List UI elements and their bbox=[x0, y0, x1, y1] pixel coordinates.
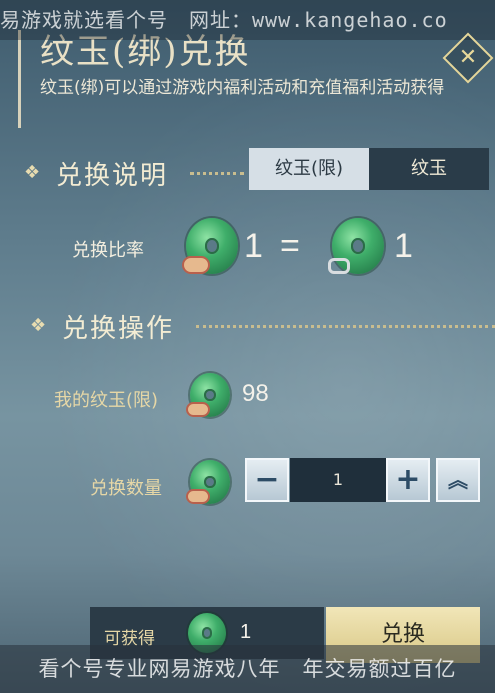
cloud-badge-icon bbox=[182, 256, 210, 274]
section-diamond-icon: ❖ bbox=[24, 162, 41, 183]
gain-value: 1 bbox=[240, 621, 252, 643]
section-diamond-icon: ❖ bbox=[30, 315, 47, 336]
my-jade-label: 我的纹玉(限) bbox=[54, 390, 159, 411]
max-button[interactable]: ︽ bbox=[436, 458, 480, 502]
currency-tabs: 纹玉(限) 纹玉 bbox=[249, 148, 489, 190]
section-title-explain: 兑换说明 bbox=[56, 161, 169, 191]
tab-jade[interactable]: 纹玉 bbox=[369, 148, 489, 190]
header-accent-bar bbox=[18, 30, 21, 128]
watermark-top: 易游戏就选看个号 网址：www.kangehao.co bbox=[0, 0, 495, 40]
quantity-input[interactable]: 1 bbox=[290, 458, 386, 502]
increase-button[interactable]: + bbox=[386, 458, 430, 502]
cloud-badge-icon bbox=[186, 489, 210, 504]
page-description: 纹玉(绑)可以通过游戏内福利活动和充值福利活动获得 bbox=[40, 78, 445, 98]
rate-equals: = bbox=[280, 227, 300, 265]
close-icon: ✕ bbox=[458, 45, 478, 70]
quantity-label: 兑换数量 bbox=[90, 478, 162, 499]
decrease-button[interactable]: − bbox=[245, 458, 289, 502]
cloud-badge-icon bbox=[186, 402, 210, 417]
chain-badge-icon bbox=[328, 258, 350, 274]
watermark-bottom: 看个号专业网易游戏八年 年交易额过百亿 bbox=[0, 645, 495, 693]
close-button[interactable]: ✕ bbox=[442, 32, 494, 84]
section-divider bbox=[190, 172, 244, 175]
tab-jade-limited[interactable]: 纹玉(限) bbox=[249, 148, 369, 190]
section-title-operation: 兑换操作 bbox=[62, 314, 175, 344]
rate-label: 兑换比率 bbox=[72, 240, 144, 261]
section-divider bbox=[196, 325, 495, 328]
rate-right-value: 1 bbox=[394, 227, 413, 265]
my-jade-amount: 98 bbox=[242, 380, 269, 407]
rate-left-value: 1 bbox=[244, 227, 263, 265]
